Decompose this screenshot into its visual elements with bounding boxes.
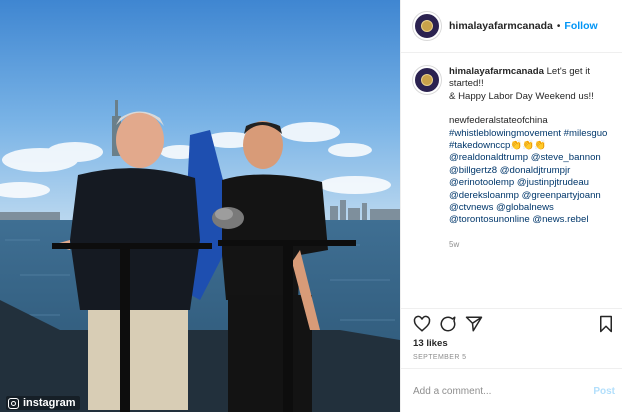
caption-hashtags: newfederalstateofchina #whistleblowingmo… bbox=[449, 115, 613, 227]
instagram-icon bbox=[8, 397, 19, 409]
mention-line[interactable]: @ctvnews @globalnews bbox=[449, 202, 613, 214]
mention-line[interactable]: @torontosunonline @news.rebel bbox=[449, 214, 613, 226]
hashtag-line[interactable]: #whistleblowingmovement #milesguo bbox=[449, 128, 613, 140]
mention-line[interactable]: @erinotoolemp @justinpjtrudeau bbox=[449, 177, 613, 189]
share-icon[interactable] bbox=[465, 315, 483, 333]
hashtag-line[interactable]: #takedownccp👏👏👏 bbox=[449, 140, 613, 152]
caption: himalayafarmcanada Let's get it started!… bbox=[413, 66, 613, 251]
avatar[interactable] bbox=[413, 12, 441, 40]
likes-count[interactable]: 13 likes bbox=[413, 338, 448, 349]
comment-bar: Post bbox=[401, 368, 623, 413]
caption-line-2: & Happy Labor Day Weekend us!! bbox=[449, 90, 594, 102]
post-date: SEPTEMBER 5 bbox=[413, 354, 467, 361]
action-bar bbox=[401, 308, 623, 339]
right-margin bbox=[622, 0, 634, 412]
comment-icon[interactable] bbox=[439, 315, 457, 333]
header-username[interactable]: himalayafarmcanada bbox=[449, 20, 553, 32]
photo-scene bbox=[0, 0, 400, 412]
mention-line[interactable]: @dereksloanmp @greenpartyjoann bbox=[449, 190, 613, 202]
header-separator: • bbox=[556, 20, 561, 32]
instagram-watermark: instagram bbox=[6, 396, 80, 410]
watermark-label: instagram bbox=[23, 397, 76, 409]
heart-icon[interactable] bbox=[413, 315, 431, 333]
caption-avatar-logo-icon bbox=[421, 74, 433, 86]
post-age[interactable]: 5w bbox=[449, 239, 613, 251]
post-side-panel: himalayafarmcanada • Follow himalayafarm… bbox=[400, 0, 623, 412]
mention-line[interactable]: @billgertz8 @donaldjtrumpjr bbox=[449, 165, 613, 177]
comment-input[interactable] bbox=[413, 385, 583, 397]
caption-body: himalayafarmcanada Let's get it started!… bbox=[449, 66, 613, 251]
avatar-logo-icon bbox=[421, 20, 433, 32]
mention-line[interactable]: @realdonaldtrump @steve_bannon bbox=[449, 152, 613, 164]
caption-text-line: newfederalstateofchina bbox=[449, 115, 548, 127]
post-header: himalayafarmcanada • Follow bbox=[401, 0, 623, 53]
caption-avatar[interactable] bbox=[413, 66, 441, 94]
post-photo[interactable]: instagram bbox=[0, 0, 400, 412]
follow-button[interactable]: Follow bbox=[564, 20, 597, 32]
post-button[interactable]: Post bbox=[593, 386, 615, 397]
bookmark-icon[interactable] bbox=[597, 315, 615, 333]
caption-username[interactable]: himalayafarmcanada bbox=[449, 66, 544, 77]
